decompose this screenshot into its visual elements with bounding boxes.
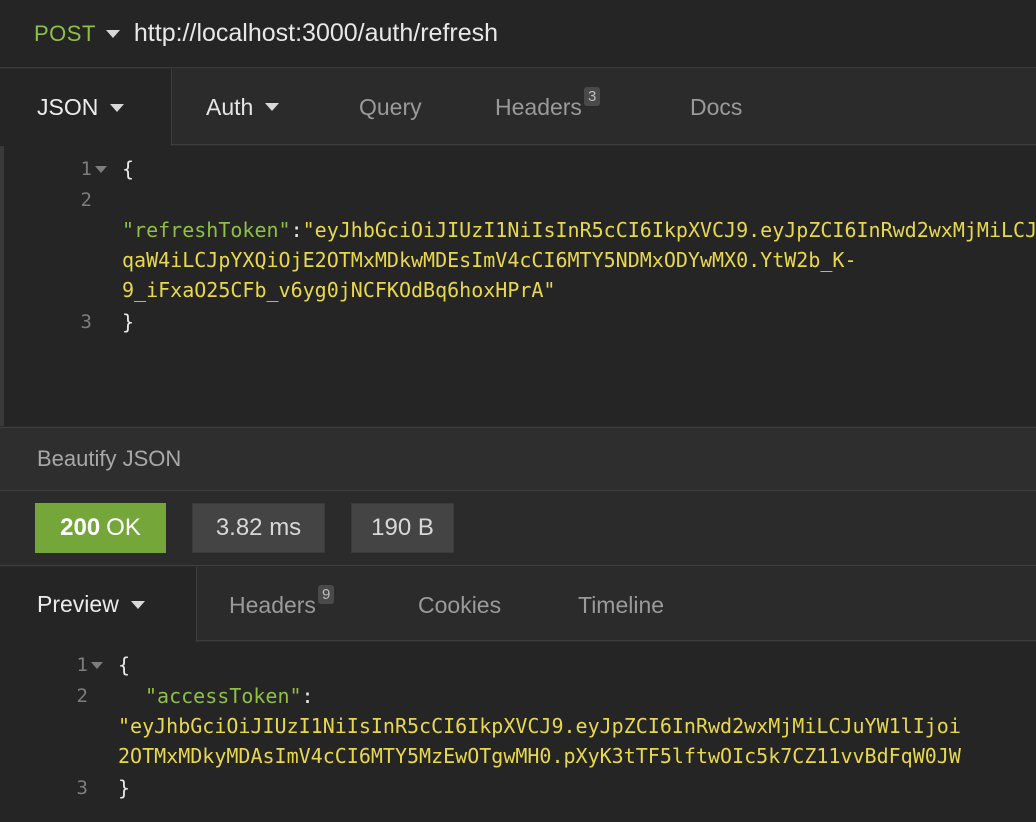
code-text: { [122, 157, 135, 181]
request-body-editor[interactable]: 1 { 2 "refreshToken":"eyJhbGciOiJIUzI1Ni… [0, 146, 1036, 426]
tab-label: Timeline [578, 591, 665, 618]
status-code: 200 [60, 514, 101, 541]
line-number: 1 [80, 158, 92, 180]
json-string: qaW4iLCJpYXQiOjE2OTMxMDkwMDEsImV4cCI6MTY… [122, 248, 857, 272]
json-string: "eyJhbGciOiJIUzI1NiIsInR5cCI6IkpXVCJ9.ey… [118, 714, 961, 738]
response-body-viewer[interactable]: 1 { 2 "accessToken": "eyJhbGciOiJIUzI1Ni… [0, 642, 1036, 822]
status-text: OK [106, 514, 141, 541]
chevron-down-icon [265, 103, 280, 111]
code-line-wrap: 2OTMxMDkyMDAsImV4cCI6MTY5MzEwOTgwMH0.pXy… [0, 741, 1036, 771]
line-number: 3 [76, 777, 88, 799]
response-time: 3.82 ms [192, 503, 325, 553]
response-size: 190 B [351, 503, 454, 553]
tab-auth[interactable]: Auth [206, 69, 280, 145]
beautify-bar: Beautify JSON [0, 427, 1036, 491]
tab-response-headers[interactable]: Headers 9 [229, 567, 335, 643]
tab-timeline[interactable]: Timeline [578, 567, 664, 643]
headers-count-badge: 3 [583, 86, 601, 106]
chevron-down-icon[interactable] [105, 29, 120, 38]
request-tabs: JSON Auth Query Headers 3 Docs [0, 69, 1036, 146]
chevron-down-icon [110, 103, 125, 112]
http-method-selector[interactable]: POST [34, 21, 96, 47]
status-badge: 200 OK [35, 503, 166, 553]
tab-body-json[interactable]: JSON [0, 69, 172, 146]
response-tabs: Preview Headers 9 Cookies Timeline [0, 567, 1036, 643]
tab-label: Docs [690, 93, 743, 120]
headers-count-badge: 9 [317, 584, 335, 604]
json-string: 9_iFxaO25CFb_v6yg0jNCFKOdBq6hoxHPrA" [122, 278, 556, 302]
fold-arrow-icon[interactable] [91, 662, 103, 669]
url-bar: POST http://localhost:3000/auth/refresh [0, 0, 1036, 68]
chevron-down-icon [130, 600, 145, 609]
json-string: "eyJhbGciOiJIUzI1NiIsInR5cCI6IkpXVCJ9.ey… [302, 218, 1036, 242]
tab-label: Query [359, 93, 422, 120]
json-key: "refreshToken" [122, 218, 291, 242]
code-line-wrap: "eyJhbGciOiJIUzI1NiIsInR5cCI6IkpXVCJ9.ey… [0, 711, 1036, 741]
tab-headers[interactable]: Headers 3 [495, 69, 601, 145]
code-text: } [122, 310, 135, 334]
tab-label: Auth [206, 93, 254, 120]
tab-label: JSON [37, 94, 99, 120]
json-key: "accessToken" [145, 684, 302, 708]
tab-label: Headers [495, 93, 582, 120]
line-number: 3 [80, 311, 92, 333]
response-status-bar: 200 OK 3.82 ms 190 B [0, 491, 1036, 566]
code-text: } [118, 776, 131, 800]
tab-query[interactable]: Query [359, 69, 422, 145]
line-number: 1 [76, 654, 88, 676]
json-colon: : [301, 684, 314, 708]
tab-label: Headers [229, 591, 316, 618]
json-colon: : [290, 218, 303, 242]
url-input[interactable]: http://localhost:3000/auth/refresh [134, 19, 498, 48]
code-line: 2 "accessToken": [0, 681, 1036, 711]
beautify-json-button[interactable]: Beautify JSON [37, 446, 181, 472]
tab-label: Cookies [418, 591, 502, 618]
line-number: 2 [80, 189, 92, 211]
fold-arrow-icon[interactable] [95, 166, 107, 173]
tab-cookies[interactable]: Cookies [418, 567, 501, 643]
tab-preview[interactable]: Preview [0, 567, 197, 642]
code-text: { [118, 653, 131, 677]
tab-label: Preview [37, 591, 119, 617]
line-number: 2 [76, 685, 88, 707]
code-line: "refreshToken":"eyJhbGciOiJIUzI1NiIsInR5… [4, 215, 1036, 245]
tab-docs[interactable]: Docs [690, 69, 742, 145]
json-string: 2OTMxMDkyMDAsImV4cCI6MTY5MzEwOTgwMH0.pXy… [118, 744, 961, 768]
